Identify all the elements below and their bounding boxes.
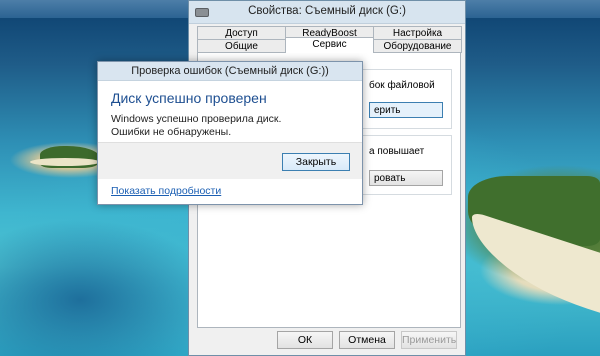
tab-general[interactable]: Общие	[197, 39, 286, 53]
check-button[interactable]: ерить	[369, 102, 443, 118]
tabs-row-2: Общие Сервис Оборудование	[197, 37, 462, 53]
tab-access[interactable]: Доступ	[197, 26, 286, 40]
dialog-titlebar[interactable]: Проверка ошибок (Съемный диск (G:))	[98, 62, 362, 81]
dialog-footer: Закрыть	[98, 142, 362, 179]
properties-button-bar: ОК Отмена Применить	[277, 331, 457, 349]
optimize-text: а повышает	[369, 146, 425, 157]
error-checking-text: бок файловой	[369, 80, 435, 91]
tab-tools[interactable]: Сервис	[285, 37, 374, 53]
cancel-button[interactable]: Отмена	[339, 331, 395, 349]
show-details-link[interactable]: Показать подробности	[111, 185, 221, 197]
properties-title: Свойства: Съемный диск (G:)	[248, 5, 406, 17]
dialog-heading: Диск успешно проверен	[111, 90, 267, 106]
optimize-button[interactable]: ровать	[369, 170, 443, 186]
properties-titlebar[interactable]: Свойства: Съемный диск (G:)	[189, 1, 465, 24]
close-button[interactable]: Закрыть	[282, 153, 350, 171]
tab-hardware[interactable]: Оборудование	[373, 39, 462, 53]
error-check-dialog: Проверка ошибок (Съемный диск (G:)) Диск…	[97, 61, 363, 205]
wallpaper-beach-left	[30, 158, 100, 166]
tab-customize[interactable]: Настройка	[373, 26, 462, 40]
dialog-title: Проверка ошибок (Съемный диск (G:))	[131, 65, 329, 77]
apply-button[interactable]: Применить	[401, 331, 457, 349]
ok-button[interactable]: ОК	[277, 331, 333, 349]
dialog-message: Windows успешно проверила диск. Ошибки н…	[111, 113, 282, 138]
